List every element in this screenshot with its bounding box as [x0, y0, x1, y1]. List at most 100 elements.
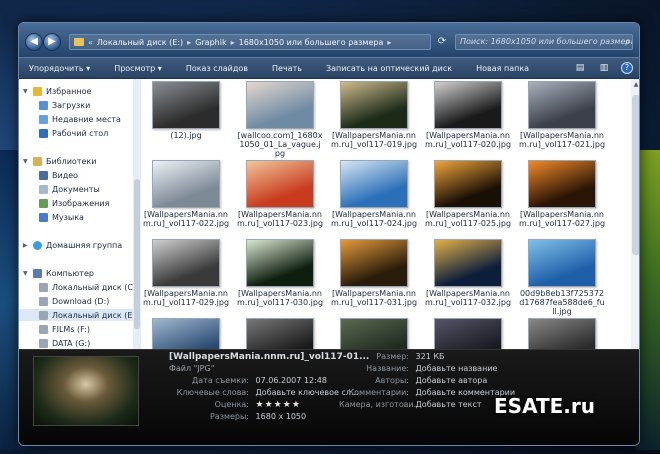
nav-desktop[interactable]: Рабочий стол [19, 127, 137, 139]
nav-computer[interactable]: ▼ Компьютер [19, 267, 137, 279]
file-item[interactable]: 00d9b8eb13f725372d17687fea588de6_full.jp… [519, 239, 605, 316]
scroll-up-icon[interactable]: ▲ [632, 81, 639, 89]
file-item[interactable]: [WallpapersMania.nnm.ru]_vol117-021.jpg [519, 81, 605, 149]
details-authors[interactable]: Авторы: Добавьте автора [339, 376, 487, 385]
file-thumbnail[interactable] [340, 160, 408, 208]
slideshow-button[interactable]: Показ слайдов [174, 64, 260, 73]
file-item[interactable]: [WallpapersMania.nnm.ru]_vol117-029.jpg [143, 239, 229, 307]
drive-icon [39, 338, 48, 348]
file-item[interactable]: [WallpapersMania.nnm.ru]_vol117-025.jpg [425, 160, 511, 228]
file-item[interactable]: [WallpapersMania.nnm.ru]_vol117-030.jpg [237, 239, 323, 307]
nav-drive-c[interactable]: Локальный диск (C:) [19, 281, 139, 293]
details-title[interactable]: Название: Добавьте название [339, 364, 497, 373]
organize-button[interactable]: Упорядочить ▾ [19, 64, 102, 73]
nav-drive-d[interactable]: Download (D:) [19, 295, 137, 307]
file-item[interactable]: (12).jpg [143, 81, 229, 140]
file-item[interactable] [331, 318, 417, 349]
file-thumbnail[interactable] [152, 81, 220, 129]
details-size: Размер: 321 КБ [376, 352, 445, 361]
file-name: [WallpapersMania.nnm.ru]_vol117-020.jpg [425, 131, 512, 149]
file-thumbnail[interactable] [152, 160, 220, 208]
details-camera[interactable]: Камера, изготови... Добавьте текст [339, 400, 482, 409]
nav-drive-g[interactable]: DATA (G:) [19, 337, 137, 349]
details-filetype: Файл "JPG" [169, 364, 215, 373]
file-thumbnail[interactable] [340, 81, 408, 129]
preview-pane-icon[interactable]: ▥ [597, 61, 611, 75]
file-item[interactable]: [WallpapersMania.nnm.ru]_vol117-019.jpg [331, 79, 418, 153]
refresh-icon[interactable]: ⟳ [434, 34, 450, 50]
help-icon[interactable]: ? [621, 62, 633, 74]
drive-icon [39, 310, 48, 320]
file-item[interactable]: [WallpapersMania.nnm.ru]_vol117-023.jpg [237, 160, 323, 228]
nav-scrollbar[interactable] [133, 79, 141, 349]
content-scrollbar[interactable]: ▲ [631, 79, 639, 349]
content-scrollbar-thumb[interactable] [632, 95, 639, 255]
preview-thumbnail [33, 356, 139, 426]
file-thumbnail[interactable] [434, 160, 502, 208]
nav-downloads[interactable]: Загрузки [19, 99, 137, 111]
file-item[interactable]: [WallpapersMania.nnm.ru]_vol117-020.jpg [425, 81, 511, 149]
file-thumbnail[interactable] [434, 81, 502, 129]
view-options-icon[interactable]: ▤ [573, 61, 587, 75]
file-item[interactable]: [WallpapersMania.nnm.ru]_vol117-022.jpg [143, 160, 229, 228]
nav-documents[interactable]: Документы [19, 183, 137, 195]
nav-video[interactable]: Видео [19, 169, 137, 181]
drive-icon [39, 324, 48, 334]
file-thumbnail[interactable] [246, 160, 314, 208]
nav-homegroup[interactable]: ▶ Домашняя группа [19, 239, 137, 251]
preview-button[interactable]: Просмотр ▾ [102, 64, 174, 73]
file-item[interactable]: [WallpapersMania.nnm.ru]_vol117-031.jpg [331, 239, 417, 307]
back-button[interactable]: ◀ [25, 33, 43, 51]
breadcrumb-item-folder[interactable]: 1680х1050 или большего размера [239, 38, 384, 47]
nav-scrollbar-thumb[interactable] [134, 179, 140, 329]
file-thumbnail[interactable] [528, 318, 596, 349]
file-thumbnail[interactable] [528, 160, 596, 208]
file-thumbnail[interactable] [340, 318, 408, 349]
file-thumbnail[interactable] [340, 239, 408, 287]
file-name: (12).jpg [170, 131, 202, 140]
file-thumbnail[interactable] [152, 318, 220, 349]
file-item[interactable]: [wallcoo.com]_1680x1050_01_La_vague.jpg [237, 81, 323, 158]
triangle-icon: ▶ [23, 241, 28, 249]
rating-stars[interactable]: ★★★★★ [256, 400, 301, 410]
nav-music[interactable]: Музыка [19, 211, 137, 223]
burn-button[interactable]: Записать на оптический диск [314, 64, 464, 73]
details-rating[interactable]: Оценка: ★★★★★ [169, 400, 301, 410]
file-item[interactable] [143, 318, 229, 349]
forward-button[interactable]: ▶ [43, 33, 61, 51]
file-item[interactable] [519, 318, 605, 349]
breadcrumb-item-graphik[interactable]: Graphik [195, 38, 226, 47]
file-thumbnail[interactable] [246, 81, 314, 129]
nav-drive-f[interactable]: FILMs (F:) [19, 323, 137, 335]
triangle-icon: ▼ [23, 157, 28, 165]
details-comments[interactable]: Комментарии: Добавьте комментарии [339, 388, 515, 397]
file-thumbnail[interactable] [152, 239, 220, 287]
nav-recent[interactable]: Недавние места [19, 113, 137, 125]
file-item[interactable]: [WallpapersMania.nnm.ru]_vol117-032.jpg [425, 239, 511, 307]
file-item[interactable] [237, 318, 323, 349]
breadcrumb-item-drive[interactable]: Локальный диск (E:) [97, 38, 183, 47]
nav-libraries[interactable]: ▼ Библиотеки [19, 155, 137, 167]
file-item[interactable] [425, 318, 511, 349]
star-icon [33, 86, 42, 96]
new-folder-button[interactable]: Новая папка [464, 64, 541, 73]
chevron-icon: ▸ [187, 37, 192, 47]
file-thumbnail[interactable] [528, 81, 596, 129]
nav-drive-e[interactable]: Локальный диск (E:) [19, 309, 138, 321]
file-thumbnail[interactable] [246, 239, 314, 287]
nav-favorites[interactable]: ▼ Избранное [19, 85, 137, 97]
file-thumbnail[interactable] [434, 318, 502, 349]
nav-images[interactable]: Изображения [19, 197, 137, 209]
file-item[interactable]: [WallpapersMania.nnm.ru]_vol117-024.jpg [331, 160, 417, 228]
search-input[interactable]: Поиск: 1680х1050 или большего размера ⌕ [455, 34, 633, 50]
breadcrumb[interactable]: « Локальный диск (E:) ▸ Graphik ▸ 1680х1… [69, 34, 431, 50]
file-thumbnail[interactable] [246, 318, 314, 349]
search-icon[interactable]: ⌕ [625, 35, 630, 49]
print-button[interactable]: Печать [260, 64, 314, 73]
file-name: [WallpapersMania.nnm.ru]_vol117-019.jpg [331, 131, 418, 149]
file-item[interactable]: [WallpapersMania.nnm.ru]_vol117-027.jpg [519, 160, 605, 228]
navigation-pane: ▼ Избранное Загрузки Недавние места Рабо… [19, 79, 141, 349]
file-thumbnail[interactable] [434, 239, 502, 287]
file-thumbnail[interactable] [528, 239, 596, 287]
details-keywords[interactable]: Ключевые слова: Добавьте ключевое сл... [169, 388, 359, 397]
